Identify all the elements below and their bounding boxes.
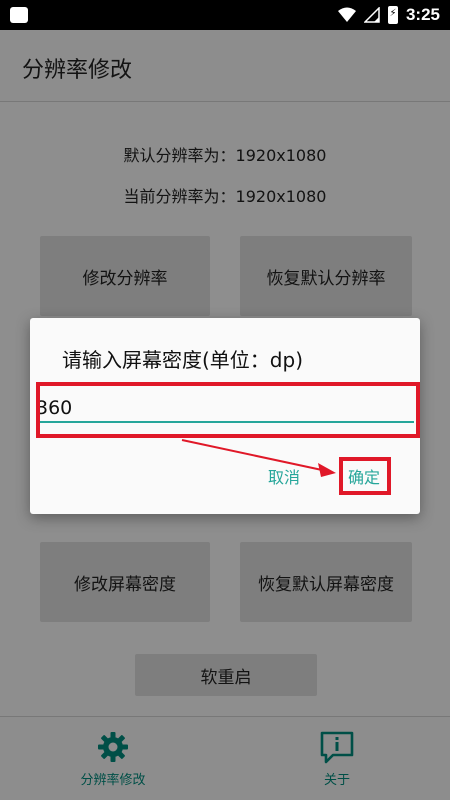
dialog-title: 请输入屏幕密度(单位：dp) xyxy=(62,348,303,372)
wifi-icon xyxy=(337,7,356,22)
status-bar: 3:25 xyxy=(0,0,450,30)
notification-icon xyxy=(10,7,28,23)
cancel-button[interactable]: 取消 xyxy=(268,464,300,488)
signal-icon xyxy=(363,7,380,23)
status-right-group: 3:25 xyxy=(337,0,440,30)
battery-charging-icon xyxy=(387,6,398,24)
annotation-box-ok xyxy=(339,457,391,495)
status-time: 3:25 xyxy=(405,5,440,24)
annotation-box-input xyxy=(36,382,420,438)
